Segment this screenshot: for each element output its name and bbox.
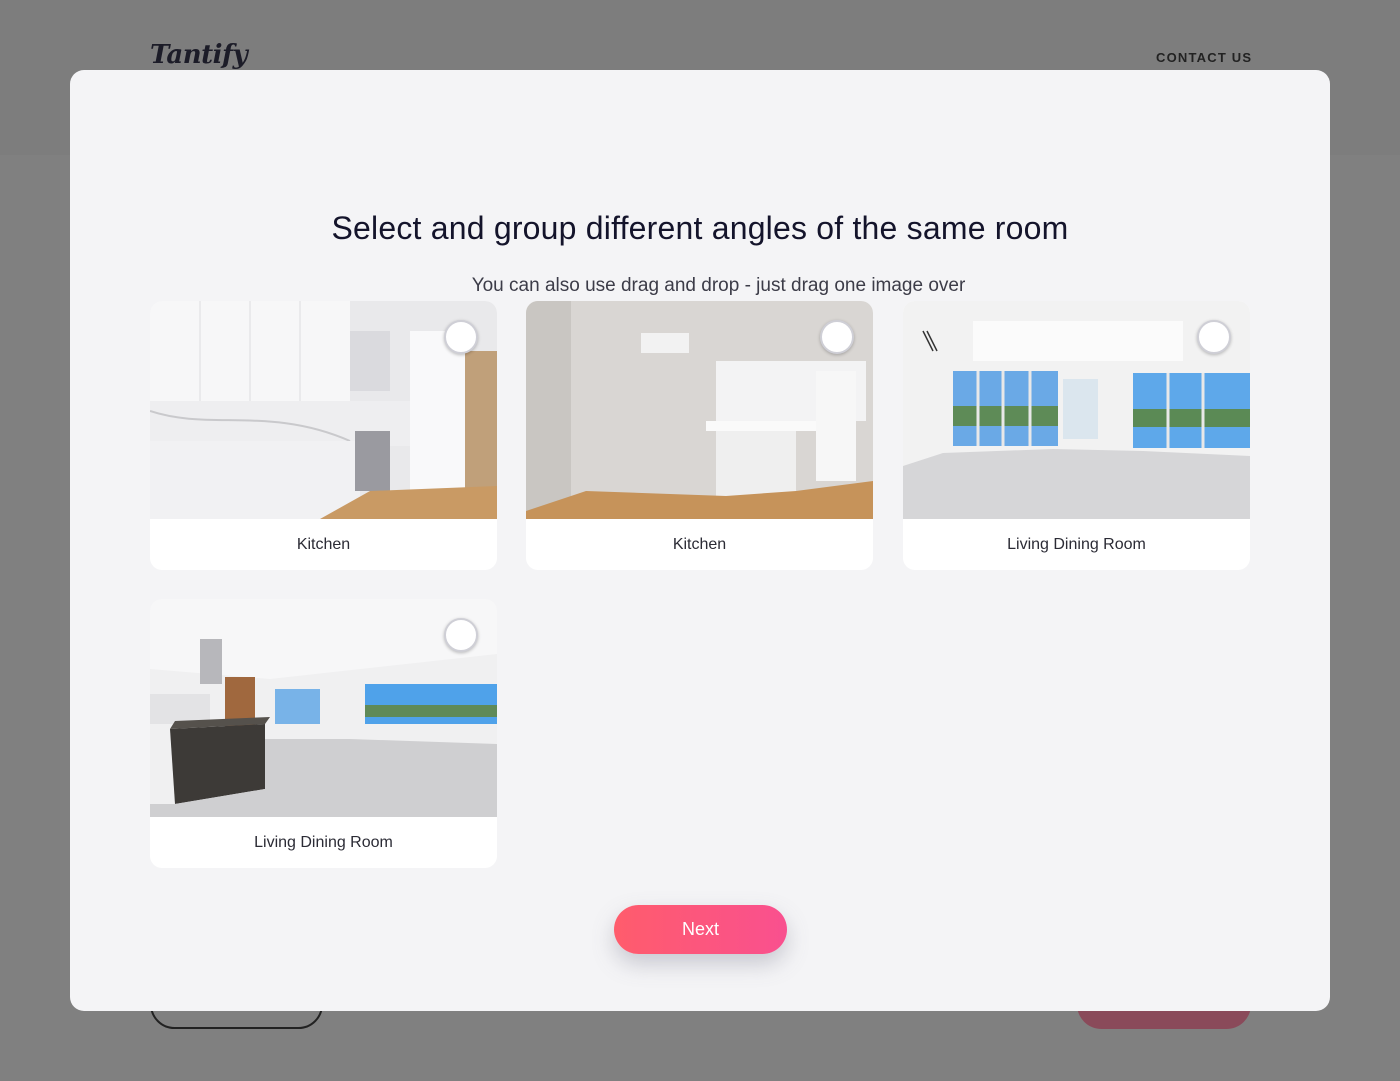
photo-card[interactable]: Living Dining Room — [903, 301, 1250, 570]
logo: Tantify — [150, 40, 248, 70]
contact-us-link[interactable]: CONTACT US — [1156, 50, 1252, 65]
photo-card[interactable]: Living Dining Room — [150, 599, 497, 868]
select-radio[interactable] — [820, 320, 854, 354]
photo-card[interactable]: Kitchen — [526, 301, 873, 570]
select-radio[interactable] — [444, 618, 478, 652]
photo-label: Kitchen — [296, 536, 351, 553]
select-radio[interactable] — [444, 320, 478, 354]
photo-card[interactable]: Kitchen — [150, 301, 497, 570]
group-rooms-modal: Select and group different angles of the… — [70, 70, 1330, 1011]
photo-label: Kitchen — [672, 536, 727, 553]
next-button[interactable]: Next — [614, 905, 787, 954]
select-radio[interactable] — [1197, 320, 1231, 354]
photo-label: Living Dining Room — [254, 834, 393, 851]
photo-label: Living Dining Room — [1007, 536, 1146, 553]
modal-title: Select and group different angles of the… — [331, 210, 1069, 246]
